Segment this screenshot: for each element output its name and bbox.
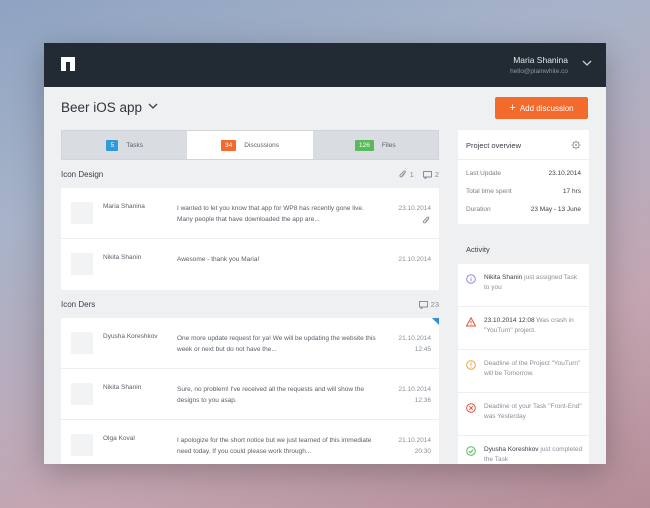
discussions-count-badge: 34 (221, 139, 237, 151)
error-icon (466, 403, 476, 413)
sidebar: Project overview Last Update 23.10.2014 … (458, 130, 589, 464)
section-title[interactable]: Icon Ders (61, 300, 95, 309)
list-item[interactable]: Nikita Shanin Awesome - thank you Maria!… (61, 239, 439, 290)
alert-icon (466, 360, 476, 370)
chevron-down-icon[interactable] (582, 60, 592, 67)
info-icon (466, 274, 476, 284)
logo-icon[interactable] (60, 56, 76, 72)
author-name: Olga Koval (103, 435, 135, 442)
section-header: Icon Ders 23 (61, 290, 439, 318)
user-menu[interactable]: Maria Shanina hello@plainwhite.co (510, 55, 568, 75)
author-name: Nikita Shanin (103, 384, 142, 391)
discussion-list: Dyusha Koreshkov One more update request… (61, 318, 439, 464)
message-preview: Awesome - thank you Maria! (177, 256, 260, 263)
user-email: hello@plainwhite.co (510, 68, 568, 75)
author-name: Nikita Shanin (103, 254, 142, 261)
comments-count: 23 (418, 300, 439, 309)
check-icon (466, 446, 476, 456)
author-name: Maria Shanina (103, 203, 145, 210)
list-item[interactable]: Olga Koval I apologize for the short not… (61, 420, 439, 464)
app-window: Maria Shanina hello@plainwhite.co Beer i… (44, 43, 606, 464)
avatar (71, 202, 93, 224)
avatar (71, 434, 93, 456)
avatar (71, 383, 93, 405)
section-title[interactable]: Icon Design (61, 170, 103, 179)
warning-icon (466, 317, 476, 327)
files-count-badge: 126 (355, 139, 374, 151)
section-header: Icon Design 1 2 (61, 160, 439, 188)
message-date: 21.10.2014 12:36 (398, 386, 431, 404)
list-item[interactable]: Nikita Shanin Sure, no problem! I've rec… (61, 369, 439, 420)
tab-label: Files (381, 141, 396, 149)
comment-icon (422, 170, 432, 179)
gear-icon[interactable] (571, 140, 581, 150)
add-discussion-button[interactable]: + Add discussion (495, 97, 588, 119)
top-bar: Maria Shanina hello@plainwhite.co (44, 43, 606, 87)
activity-item[interactable]: Deadline of the Project "YouTurn" will b… (458, 350, 589, 393)
paperclip-icon (399, 170, 406, 178)
section-meta: 1 2 (399, 170, 439, 179)
avatar (71, 253, 93, 275)
stat-row: Duration 23 May - 13 June (466, 206, 581, 213)
message-preview: I apologize for the short notice but we … (177, 437, 372, 455)
stat-row: Total time spent 17 hrs (466, 188, 581, 195)
message-preview: One more update request for ya! We will … (177, 335, 376, 353)
project-title[interactable]: Beer iOS app (61, 100, 142, 115)
activity-item[interactable]: Deadline ot your Task "Front-End" was Ye… (458, 393, 589, 436)
project-header: Beer iOS app + Add discussion (44, 87, 606, 129)
attachments-count: 1 (399, 170, 414, 179)
user-name: Maria Shanina (513, 55, 568, 65)
tab-tasks[interactable]: 5 Tasks (62, 131, 187, 159)
paperclip-icon (422, 216, 430, 224)
section-meta: 23 (418, 300, 439, 309)
message-date: 23.10.2014 (398, 205, 431, 212)
overview-header: Project overview (458, 130, 589, 160)
tab-files[interactable]: 126 Files (313, 131, 438, 159)
activity-item[interactable]: 23.10.2014 12:08 Was crash in "YouTurn" … (458, 307, 589, 350)
tasks-count-badge: 5 (106, 139, 119, 151)
tab-bar: 5 Tasks 34 Discussions 126 Files (61, 130, 439, 160)
stat-row: Last Update 23.10.2014 (466, 170, 581, 177)
tab-label: Discussions (244, 141, 279, 149)
plus-icon: + (509, 101, 516, 114)
discussions-panel: 5 Tasks 34 Discussions 126 Files Icon De… (61, 130, 439, 464)
avatar (71, 332, 93, 354)
tab-discussions[interactable]: 34 Discussions (187, 131, 313, 159)
overview-title: Project overview (466, 141, 522, 150)
discussion-list: Maria Shanina I wanted to let you know t… (61, 188, 439, 290)
message-date: 21.10.2014 12:45 (398, 335, 431, 353)
activity-list: Nikita Shanin just assigned Task to you … (458, 264, 589, 464)
activity-header: Activity (458, 234, 589, 264)
list-item[interactable]: Dyusha Koreshkov One more update request… (61, 318, 439, 369)
message-date: 21.10.2014 20:30 (398, 437, 431, 455)
activity-item[interactable]: Dyusha Koreshkov just completed the Task (458, 436, 589, 464)
author-name: Dyusha Koreshkov (103, 333, 158, 340)
message-preview: I wanted to let you know that app for WP… (177, 205, 364, 223)
comment-icon (418, 300, 428, 309)
activity-title: Activity (466, 245, 490, 254)
chevron-down-icon[interactable] (148, 103, 158, 110)
add-discussion-label: Add discussion (519, 103, 574, 113)
message-preview: Sure, no problem! I've received all the … (177, 386, 364, 404)
message-date: 21.10.2014 (398, 256, 431, 263)
activity-item[interactable]: Nikita Shanin just assigned Task to you (458, 264, 589, 307)
comments-count: 2 (422, 170, 439, 179)
list-item[interactable]: Maria Shanina I wanted to let you know t… (61, 188, 439, 239)
tab-label: Tasks (126, 141, 143, 149)
project-overview-panel: Project overview Last Update 23.10.2014 … (458, 130, 589, 224)
overview-stats: Last Update 23.10.2014 Total time spent … (458, 160, 589, 224)
